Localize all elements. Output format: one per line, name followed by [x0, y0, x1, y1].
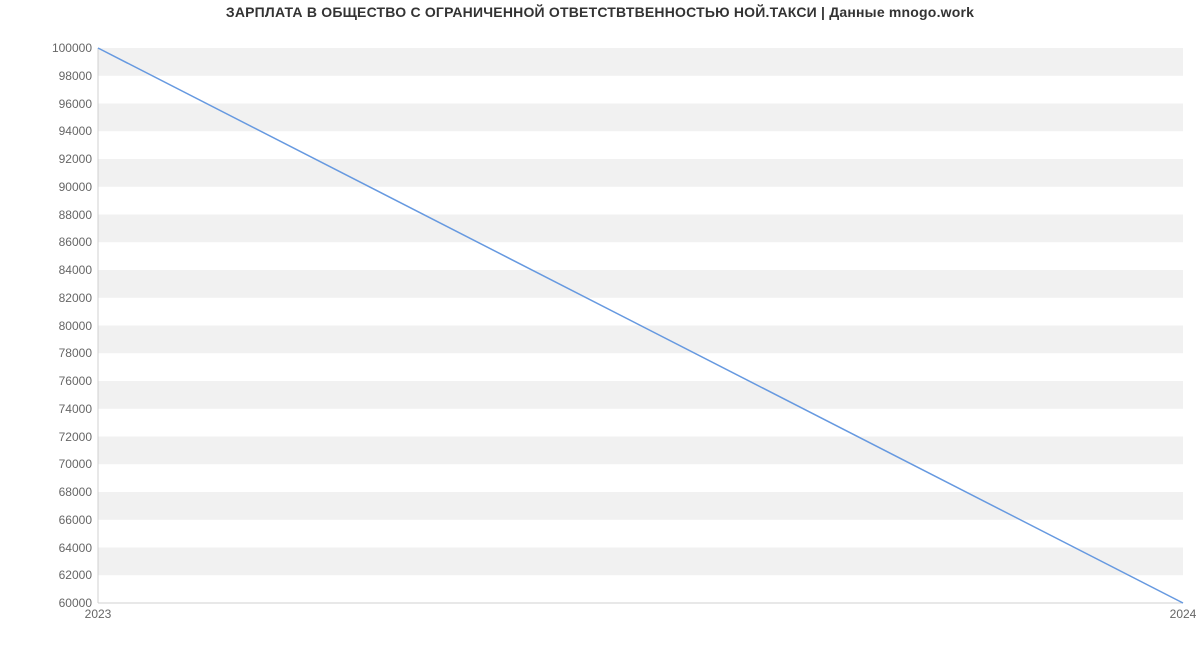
y-tick-label: 82000	[0, 291, 92, 305]
chart-title: ЗАРПЛАТА В ОБЩЕСТВО С ОГРАНИЧЕННОЙ ОТВЕТ…	[0, 4, 1200, 20]
y-tick-label: 68000	[0, 485, 92, 499]
y-tick-label: 66000	[0, 513, 92, 527]
y-tick-label: 74000	[0, 402, 92, 416]
y-tick-label: 92000	[0, 152, 92, 166]
x-tick-label: 2024	[1170, 607, 1197, 621]
y-tick-label: 94000	[0, 124, 92, 138]
y-axis-ticks: 6000062000640006600068000700007200074000…	[0, 48, 92, 603]
y-tick-label: 90000	[0, 180, 92, 194]
x-axis-ticks: 20232024	[98, 607, 1183, 627]
chart-container: ЗАРПЛАТА В ОБЩЕСТВО С ОГРАНИЧЕННОЙ ОТВЕТ…	[0, 0, 1200, 650]
y-tick-label: 86000	[0, 235, 92, 249]
y-tick-label: 80000	[0, 319, 92, 333]
y-tick-label: 84000	[0, 263, 92, 277]
y-tick-label: 98000	[0, 69, 92, 83]
x-tick-label: 2023	[85, 607, 112, 621]
y-tick-label: 100000	[0, 41, 92, 55]
y-tick-label: 70000	[0, 457, 92, 471]
y-tick-label: 72000	[0, 430, 92, 444]
y-tick-label: 78000	[0, 346, 92, 360]
y-tick-label: 62000	[0, 568, 92, 582]
y-tick-label: 64000	[0, 541, 92, 555]
plot-svg	[98, 48, 1183, 603]
plot-area	[98, 48, 1183, 603]
y-tick-label: 88000	[0, 208, 92, 222]
y-tick-label: 76000	[0, 374, 92, 388]
y-tick-label: 60000	[0, 596, 92, 610]
y-tick-label: 96000	[0, 97, 92, 111]
